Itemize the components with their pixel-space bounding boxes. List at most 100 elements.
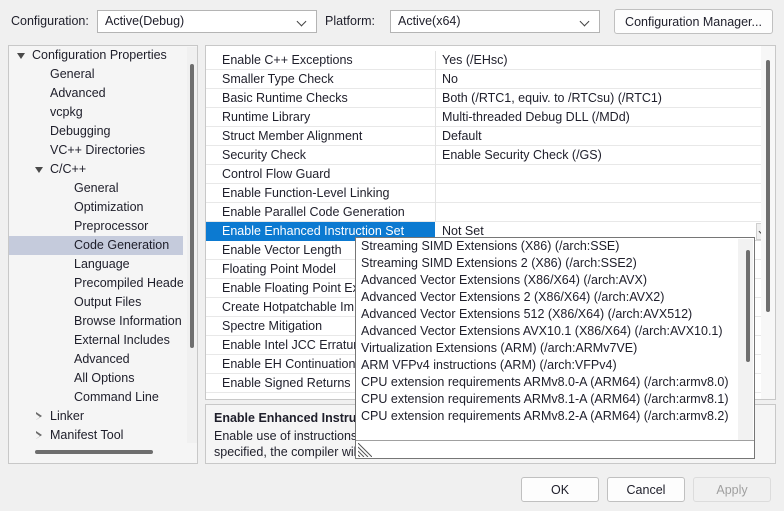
tree-item-label: All Options: [74, 371, 135, 385]
dropdown-vertical-scrollbar-thumb[interactable]: [746, 250, 750, 362]
dropdown-option[interactable]: Streaming SIMD Extensions (X86) (/arch:S…: [356, 238, 739, 255]
cancel-button[interactable]: Cancel: [607, 477, 685, 502]
platform-dropdown[interactable]: Active(x64): [390, 10, 600, 33]
property-value[interactable]: Both (/RTC1, equiv. to /RTCsu) (/RTC1): [442, 91, 762, 106]
property-row[interactable]: Runtime Library Multi-threaded Debug DLL …: [206, 108, 775, 127]
property-value[interactable]: Multi-threaded Debug DLL (/MDd): [442, 110, 762, 125]
expand-arrow-open-icon[interactable]: [16, 46, 26, 65]
column-divider: [435, 89, 436, 108]
dropdown-resize-bar: [356, 440, 754, 458]
property-name: Security Check: [222, 148, 307, 162]
column-divider: [435, 70, 436, 89]
tree-item[interactable]: Configuration Properties: [9, 46, 183, 65]
column-divider: [435, 184, 436, 203]
tree-item-label: Manifest Tool: [50, 428, 124, 442]
tree-item-label: Preprocessor: [74, 219, 149, 233]
tree-item[interactable]: Advanced: [9, 350, 183, 369]
dropdown-option[interactable]: CPU extension requirements ARMv8.2-A (AR…: [356, 408, 739, 425]
chevron-down-icon[interactable]: [294, 11, 310, 32]
property-row[interactable]: Control Flow Guard: [206, 165, 775, 184]
tree-item-label: Advanced: [74, 352, 130, 366]
expand-arrow-closed-icon[interactable]: [34, 426, 44, 444]
property-row[interactable]: Enable Function-Level Linking: [206, 184, 775, 203]
dropdown-option[interactable]: ARM VFPv4 instructions (ARM) (/arch:VFPv…: [356, 357, 739, 374]
tree-horizontal-scrollbar-thumb[interactable]: [35, 450, 153, 454]
tree-item[interactable]: Output Files: [9, 293, 183, 312]
column-divider: [435, 127, 436, 146]
apply-button: Apply: [693, 477, 771, 502]
tree-item[interactable]: Preprocessor: [9, 217, 183, 236]
tree-item[interactable]: Debugging: [9, 122, 183, 141]
configuration-dropdown[interactable]: Active(Debug): [97, 10, 317, 33]
dropdown-option[interactable]: Advanced Vector Extensions (X86/X64) (/a…: [356, 272, 739, 289]
tree-item[interactable]: Browse Information: [9, 312, 183, 331]
dropdown-option[interactable]: Advanced Vector Extensions AVX10.1 (X86/…: [356, 323, 739, 340]
tree-item-label: VC++ Directories: [50, 143, 146, 157]
tree-item[interactable]: General: [9, 179, 183, 198]
platform-dropdown-value: Active(x64): [398, 14, 461, 28]
tree-item[interactable]: Language: [9, 255, 183, 274]
dropdown-option[interactable]: Advanced Vector Extensions 512 (X86/X64)…: [356, 306, 739, 323]
property-name: Enable Parallel Code Generation: [222, 205, 405, 219]
tree-vertical-scrollbar-thumb[interactable]: [190, 64, 194, 348]
configuration-properties-tree[interactable]: Configuration Properties General Advanced v…: [8, 45, 198, 464]
tree-item[interactable]: General: [9, 65, 183, 84]
tree-item-label: C/C++: [50, 162, 87, 176]
property-name: Struct Member Alignment: [222, 129, 363, 143]
tree-item[interactable]: Advanced: [9, 84, 183, 103]
configuration-manager-button[interactable]: Configuration Manager...: [614, 9, 773, 34]
resize-grip-icon[interactable]: [358, 443, 372, 457]
tree-item[interactable]: Code Generation: [9, 236, 183, 255]
ok-button[interactable]: OK: [521, 477, 599, 502]
dropdown-option[interactable]: Advanced Vector Extensions 2 (X86/X64) (…: [356, 289, 739, 306]
property-row[interactable]: Enable C++ Exceptions Yes (/EHsc): [206, 51, 775, 70]
configuration-label: Configuration:: [11, 14, 89, 28]
platform-label: Platform:: [325, 14, 376, 28]
property-name: Control Flow Guard: [222, 167, 331, 181]
enhanced-instruction-set-dropdown-popup[interactable]: Streaming SIMD Extensions (X86) (/arch:S…: [355, 237, 755, 459]
property-value[interactable]: Yes (/EHsc): [442, 53, 762, 68]
dropdown-option-list: Streaming SIMD Extensions (X86) (/arch:S…: [356, 238, 739, 442]
tree-item-label: Code Generation: [74, 238, 170, 252]
dropdown-option[interactable]: Streaming SIMD Extensions 2 (X86) (/arch…: [356, 255, 739, 272]
tree-item[interactable]: Optimization: [9, 198, 183, 217]
chevron-down-icon[interactable]: [577, 11, 593, 32]
tree-item-label: Debugging: [50, 124, 111, 138]
column-divider: [435, 146, 436, 165]
dropdown-option[interactable]: Virtualization Extensions (ARM) (/arch:A…: [356, 340, 739, 357]
dropdown-option[interactable]: CPU extension requirements ARMv8.0-A (AR…: [356, 374, 739, 391]
grid-vertical-scrollbar-thumb[interactable]: [766, 60, 770, 312]
expand-arrow-open-icon[interactable]: [34, 160, 44, 179]
property-row[interactable]: Basic Runtime Checks Both (/RTC1, equiv. …: [206, 89, 775, 108]
tree-item[interactable]: All Options: [9, 369, 183, 388]
dropdown-option[interactable]: CPU extension requirements ARMv8.1-A (AR…: [356, 391, 739, 408]
property-value[interactable]: No: [442, 72, 762, 87]
tree-item[interactable]: C/C++: [9, 160, 183, 179]
tree-item[interactable]: Linker: [9, 407, 183, 426]
tree-item[interactable]: Precompiled Heade: [9, 274, 183, 293]
property-name: Enable Function-Level Linking: [222, 186, 390, 200]
property-row[interactable]: Struct Member Alignment Default: [206, 127, 775, 146]
tree-item-label: Optimization: [74, 200, 144, 214]
tree-item-label: Configuration Properties: [32, 48, 167, 62]
tree-item-label: External Includes: [74, 333, 170, 347]
dialog-toolbar: Configuration: Active(Debug) Platform: A…: [0, 0, 784, 42]
description-title: Enable Enhanced Instructi: [214, 411, 371, 425]
tree-item-label: vcpkg: [50, 105, 83, 119]
tree-item[interactable]: vcpkg: [9, 103, 183, 122]
expand-arrow-closed-icon[interactable]: [34, 407, 44, 426]
property-row[interactable]: Smaller Type Check No: [206, 70, 775, 89]
tree-item-label: Precompiled Heade: [74, 276, 183, 290]
property-value[interactable]: Enable Security Check (/GS): [442, 148, 762, 163]
tree-item[interactable]: VC++ Directories: [9, 141, 183, 160]
property-name: Smaller Type Check: [222, 72, 334, 86]
tree-item[interactable]: External Includes: [9, 331, 183, 350]
tree-item-label: Command Line: [74, 390, 159, 404]
property-value[interactable]: Default: [442, 129, 762, 144]
tree-item[interactable]: Manifest Tool: [9, 426, 183, 444]
tree-item-label: Language: [74, 257, 130, 271]
property-row[interactable]: Security Check Enable Security Check (/GS…: [206, 146, 775, 165]
tree-item[interactable]: Command Line: [9, 388, 183, 407]
property-name: Runtime Library: [222, 110, 311, 124]
property-row[interactable]: Enable Parallel Code Generation: [206, 203, 775, 222]
